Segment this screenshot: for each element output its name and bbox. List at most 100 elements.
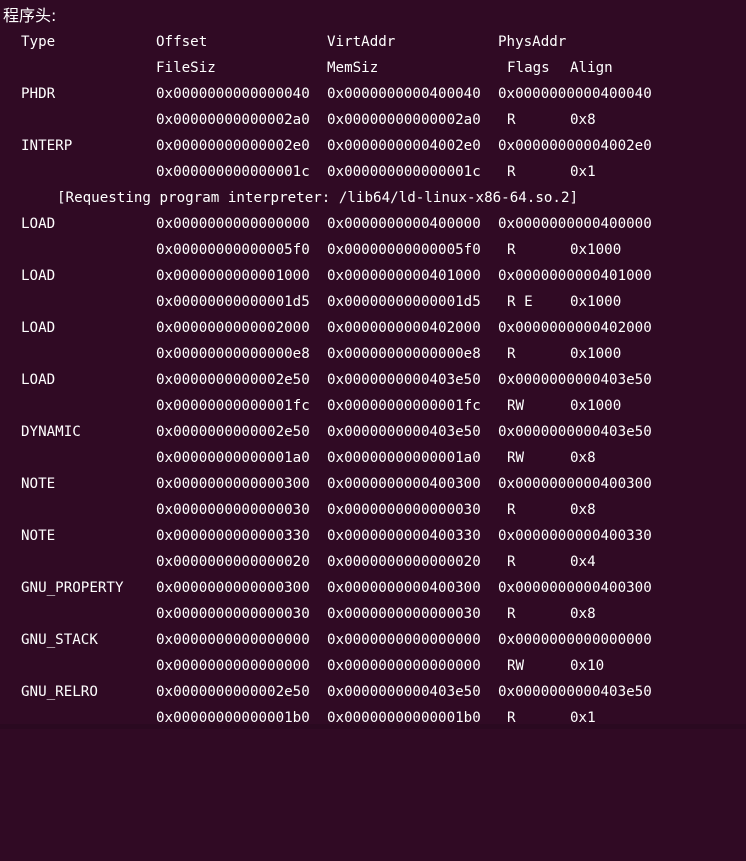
segment-flags: R bbox=[507, 112, 516, 128]
segment-flags: RW bbox=[507, 450, 525, 466]
section-title: 程序头: bbox=[3, 6, 57, 25]
segment-type: GNU_PROPERTY bbox=[21, 580, 124, 596]
header-offset: Offset bbox=[156, 34, 208, 50]
segment-offset: 0x0000000000002e50 bbox=[156, 424, 310, 440]
segment-size-row: 0x00000000000000e8 0x00000000000000e8 R … bbox=[0, 341, 621, 367]
segment-type: LOAD bbox=[21, 268, 56, 284]
segment-flags: R E bbox=[507, 294, 533, 310]
segment-row: LOAD 0x0000000000000000 0x00000000004000… bbox=[0, 211, 652, 237]
segment-virtaddr: 0x0000000000403e50 bbox=[327, 684, 481, 700]
terminal-window[interactable]: 程序头: Type Offset VirtAddr PhysAddr FileS… bbox=[0, 0, 746, 729]
segment-offset: 0x0000000000002e50 bbox=[156, 684, 310, 700]
segment-filesiz: 0x0000000000000020 bbox=[156, 554, 310, 570]
segment-offset: 0x0000000000000330 bbox=[156, 528, 310, 544]
segment-flags: R bbox=[507, 346, 516, 362]
segment-filesiz: 0x00000000000000e8 bbox=[156, 346, 310, 362]
segment-filesiz: 0x00000000000001fc bbox=[156, 398, 310, 414]
header-row-1: Type Offset VirtAddr PhysAddr bbox=[0, 29, 566, 55]
segment-size-row: 0x00000000000002a0 0x00000000000002a0 R … bbox=[0, 107, 596, 133]
segment-size-row: 0x00000000000005f0 0x00000000000005f0 R … bbox=[0, 237, 621, 263]
segment-offset: 0x0000000000000300 bbox=[156, 476, 310, 492]
segment-align: 0x8 bbox=[570, 112, 596, 128]
segment-virtaddr: 0x00000000004002e0 bbox=[327, 138, 481, 154]
segment-memsiz: 0x0000000000000030 bbox=[327, 502, 481, 518]
segment-offset: 0x0000000000000300 bbox=[156, 580, 310, 596]
header-row-2: FileSiz MemSiz Flags Align bbox=[0, 55, 613, 81]
segment-row: GNU_STACK 0x0000000000000000 0x000000000… bbox=[0, 627, 652, 653]
segment-row: DYNAMIC 0x0000000000002e50 0x00000000004… bbox=[0, 419, 652, 445]
segment-filesiz: 0x0000000000000030 bbox=[156, 502, 310, 518]
segment-physaddr: 0x0000000000400300 bbox=[498, 580, 652, 596]
segment-memsiz: 0x00000000000005f0 bbox=[327, 242, 481, 258]
segment-size-row: 0x00000000000001d5 0x00000000000001d5 R … bbox=[0, 289, 621, 315]
segment-virtaddr: 0x0000000000400330 bbox=[327, 528, 481, 544]
interpreter-note: [Requesting program interpreter: /lib64/… bbox=[57, 190, 579, 206]
segment-align: 0x4 bbox=[570, 554, 596, 570]
segment-offset: 0x0000000000002000 bbox=[156, 320, 310, 336]
segment-align: 0x1000 bbox=[570, 398, 622, 414]
segment-memsiz: 0x00000000000001fc bbox=[327, 398, 481, 414]
segment-memsiz: 0x0000000000000020 bbox=[327, 554, 481, 570]
segment-row: NOTE 0x0000000000000330 0x00000000004003… bbox=[0, 523, 652, 549]
segment-flags: R bbox=[507, 554, 516, 570]
segment-memsiz: 0x00000000000000e8 bbox=[327, 346, 481, 362]
segment-type: LOAD bbox=[21, 320, 56, 336]
header-align: Align bbox=[570, 60, 613, 76]
segment-virtaddr: 0x0000000000402000 bbox=[327, 320, 481, 336]
header-type: Type bbox=[21, 34, 56, 50]
segment-align: 0x1 bbox=[570, 164, 596, 180]
segment-align: 0x1000 bbox=[570, 242, 622, 258]
segment-flags: R bbox=[507, 242, 516, 258]
segment-memsiz: 0x00000000000001d5 bbox=[327, 294, 481, 310]
segment-virtaddr: 0x0000000000401000 bbox=[327, 268, 481, 284]
segment-memsiz: 0x00000000000002a0 bbox=[327, 112, 481, 128]
segment-memsiz: 0x0000000000000030 bbox=[327, 606, 481, 622]
segment-physaddr: 0x0000000000000000 bbox=[498, 632, 652, 648]
segment-offset: 0x0000000000000000 bbox=[156, 216, 310, 232]
segment-memsiz: 0x000000000000001c bbox=[327, 164, 481, 180]
segment-type: LOAD bbox=[21, 216, 56, 232]
segment-flags: R bbox=[507, 502, 516, 518]
segment-virtaddr: 0x0000000000000000 bbox=[327, 632, 481, 648]
segment-row: GNU_RELRO 0x0000000000002e50 0x000000000… bbox=[0, 679, 652, 705]
header-memsiz: MemSiz bbox=[327, 60, 379, 76]
segment-virtaddr: 0x0000000000400000 bbox=[327, 216, 481, 232]
segment-type: DYNAMIC bbox=[21, 424, 81, 440]
segment-virtaddr: 0x0000000000400040 bbox=[327, 86, 481, 102]
segment-align: 0x8 bbox=[570, 606, 596, 622]
segment-size-row: 0x000000000000001c 0x000000000000001c R … bbox=[0, 159, 596, 185]
segment-physaddr: 0x0000000000403e50 bbox=[498, 372, 652, 388]
segment-physaddr: 0x0000000000400000 bbox=[498, 216, 652, 232]
segment-physaddr: 0x00000000004002e0 bbox=[498, 138, 652, 154]
segment-offset: 0x0000000000000000 bbox=[156, 632, 310, 648]
segment-type: NOTE bbox=[21, 528, 56, 544]
segment-flags: RW bbox=[507, 658, 525, 674]
segment-align: 0x10 bbox=[570, 658, 605, 674]
segment-type: INTERP bbox=[21, 138, 73, 154]
segment-offset: 0x0000000000000040 bbox=[156, 86, 310, 102]
segment-virtaddr: 0x0000000000400300 bbox=[327, 476, 481, 492]
segment-type: NOTE bbox=[21, 476, 56, 492]
segment-physaddr: 0x0000000000400330 bbox=[498, 528, 652, 544]
segment-flags: RW bbox=[507, 398, 525, 414]
segment-row: PHDR 0x0000000000000040 0x00000000004000… bbox=[0, 81, 652, 107]
segment-row: INTERP 0x00000000000002e0 0x000000000040… bbox=[0, 133, 652, 159]
segment-physaddr: 0x0000000000400300 bbox=[498, 476, 652, 492]
segment-size-row: 0x0000000000000000 0x0000000000000000 RW… bbox=[0, 653, 604, 679]
segment-filesiz: 0x000000000000001c bbox=[156, 164, 310, 180]
segment-size-row: 0x0000000000000020 0x0000000000000020 R … bbox=[0, 549, 596, 575]
segment-filesiz: 0x00000000000001a0 bbox=[156, 450, 310, 466]
segment-row: NOTE 0x0000000000000300 0x00000000004003… bbox=[0, 471, 652, 497]
segment-size-row: 0x0000000000000030 0x0000000000000030 R … bbox=[0, 601, 596, 627]
segment-type: GNU_RELRO bbox=[21, 684, 98, 700]
segment-offset: 0x00000000000002e0 bbox=[156, 138, 310, 154]
segment-offset: 0x0000000000001000 bbox=[156, 268, 310, 284]
segment-filesiz: 0x00000000000002a0 bbox=[156, 112, 310, 128]
segment-offset: 0x0000000000002e50 bbox=[156, 372, 310, 388]
segment-type: GNU_STACK bbox=[21, 632, 98, 648]
segment-size-row: 0x0000000000000030 0x0000000000000030 R … bbox=[0, 497, 596, 523]
header-flags: Flags bbox=[507, 60, 550, 76]
segment-virtaddr: 0x0000000000400300 bbox=[327, 580, 481, 596]
segment-align: 0x1000 bbox=[570, 294, 622, 310]
segment-flags: R bbox=[507, 164, 516, 180]
